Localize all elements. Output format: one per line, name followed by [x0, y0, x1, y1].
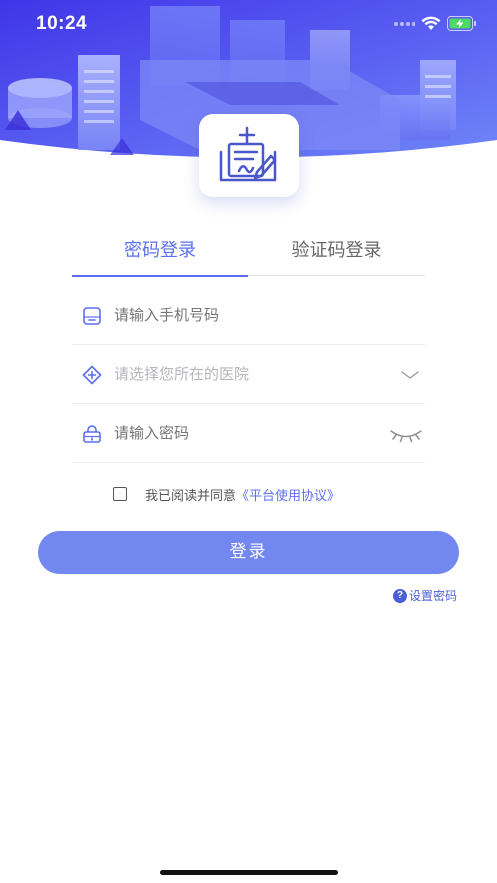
phone-input[interactable]	[114, 304, 374, 326]
battery-charging-icon	[447, 16, 476, 31]
status-time: 10:24	[36, 13, 88, 34]
login-button[interactable]: 登录	[38, 531, 459, 574]
question-icon: ?	[392, 588, 407, 603]
medical-record-icon	[219, 126, 277, 181]
wifi-icon	[421, 16, 441, 30]
set-password-label: 设置密码	[408, 589, 457, 603]
status-icons	[393, 16, 477, 31]
status-bar: 10:24	[0, 0, 497, 48]
hospital-select[interactable]: 请选择您所在的医院	[114, 363, 374, 385]
login-tabs: 密码登录 验证码登录	[72, 236, 425, 277]
password-input[interactable]	[114, 422, 374, 444]
tab-password-login[interactable]: 密码登录	[72, 236, 248, 277]
set-password-link[interactable]: ? 设置密码	[392, 587, 457, 604]
tab-code-login[interactable]: 验证码登录	[248, 236, 425, 276]
home-indicator	[160, 870, 338, 875]
agreement-row: 我已阅读并同意 《平台使用协议》	[113, 484, 340, 504]
agreement-link[interactable]: 《平台使用协议》	[236, 485, 340, 504]
lock-icon	[83, 425, 101, 443]
agreement-text: 我已阅读并同意	[145, 488, 237, 504]
chevron-down-icon[interactable]	[399, 365, 421, 385]
signal-dots-icon	[394, 21, 415, 26]
hospital-row[interactable]: 请选择您所在的医院	[72, 345, 425, 404]
hospital-icon	[82, 365, 102, 385]
phone-icon	[83, 307, 101, 325]
password-row	[72, 404, 425, 463]
agreement-checkbox[interactable]	[113, 487, 127, 501]
app-logo	[199, 114, 299, 197]
eye-closed-icon[interactable]	[389, 424, 423, 444]
phone-row	[72, 286, 425, 345]
